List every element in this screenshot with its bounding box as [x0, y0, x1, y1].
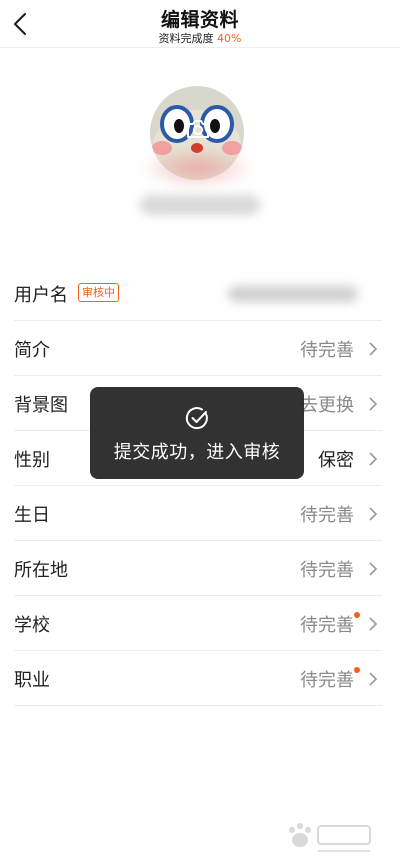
row-label: 简介 — [14, 340, 50, 361]
completion-indicator: 资料完成度 40% — [0, 30, 400, 46]
row-value: 待完善 — [300, 615, 354, 636]
row-label: 性别 — [14, 450, 50, 471]
new-dot-indicator — [354, 612, 360, 618]
success-toast: 提交成功，进入审核 — [90, 387, 304, 479]
camera-icon[interactable] — [185, 118, 211, 140]
toast-message: 提交成功，进入审核 — [113, 442, 281, 463]
review-badge: 审核中 — [78, 283, 119, 302]
chevron-right-icon — [369, 672, 378, 686]
avatar-censor-blur — [140, 148, 255, 188]
chevron-right-icon — [369, 507, 378, 521]
row-value: 去更换 — [300, 395, 354, 416]
new-dot-indicator — [354, 667, 360, 673]
username-censor-blur — [228, 286, 358, 302]
chevron-right-icon — [369, 342, 378, 356]
completion-label: 资料完成度 — [158, 32, 214, 45]
page-title: 编辑资料 — [160, 9, 239, 31]
row-bio[interactable]: 简介 待完善 — [14, 321, 382, 376]
row-label: 所在地 — [14, 560, 68, 581]
row-label: 用户名 — [14, 285, 68, 306]
row-value: 待完善 — [300, 505, 354, 526]
row-username[interactable]: 用户名 审核中 — [14, 266, 382, 321]
row-occupation[interactable]: 职业 待完善 — [14, 651, 382, 706]
row-birthday[interactable]: 生日 待完善 — [14, 486, 382, 541]
chevron-right-icon — [369, 562, 378, 576]
row-label: 职业 — [14, 670, 50, 691]
row-location[interactable]: 所在地 待完善 — [14, 541, 382, 596]
chevron-right-icon — [369, 617, 378, 631]
completion-value: 40% — [217, 32, 242, 45]
top-bar: 编辑资料 资料完成度 40% — [0, 0, 400, 48]
row-value: 待完善 — [300, 670, 354, 691]
row-school[interactable]: 学校 待完善 — [14, 596, 382, 651]
chevron-right-icon — [369, 452, 378, 466]
row-label: 背景图 — [14, 395, 68, 416]
row-label: 生日 — [14, 505, 50, 526]
nickname-censor-blur — [140, 195, 260, 215]
row-value: 保密 — [318, 450, 354, 471]
row-value: 待完善 — [300, 560, 354, 581]
row-label: 学校 — [14, 615, 50, 636]
check-circle-icon — [185, 407, 208, 430]
row-value: 待完善 — [300, 340, 354, 361]
chevron-right-icon — [369, 397, 378, 411]
watermark-logo — [282, 818, 378, 858]
